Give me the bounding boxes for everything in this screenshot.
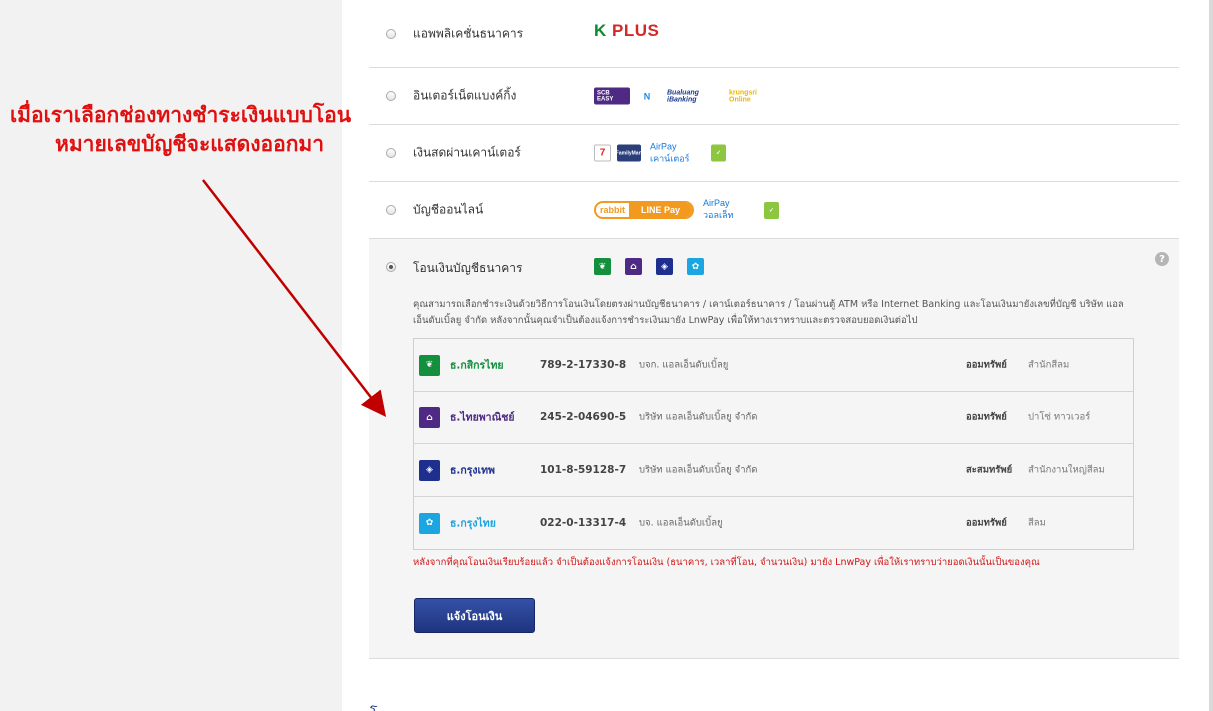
bualuang-ibanking-logo: Bualuang iBanking xyxy=(664,87,720,105)
table-row: ❦ ธ.กสิกรไทย 789-2-17330-8 บจก. แอลเอ็นด… xyxy=(414,339,1133,392)
scrollbar-track[interactable] xyxy=(1209,0,1213,711)
account-type: ออมทรัพย์ xyxy=(966,411,1007,423)
bank-name: ธ.กรุงเทพ xyxy=(450,464,495,477)
table-row: ⌂ ธ.ไทยพาณิชย์ 245-2-04690-5 บริษัท แอลเ… xyxy=(414,392,1133,444)
account-type: สะสมทรัพย์ xyxy=(966,464,1013,476)
payment-method-list: แอพพลิเคชั่นธนาคาร K PLUS อินเตอร์เน็ตแบ… xyxy=(369,0,1179,659)
transfer-notice: หลังจากที่คุณโอนเงินเรียบร้อยแล้ว จำเป็น… xyxy=(413,557,1040,568)
kbank-logo: ❦ xyxy=(419,354,440,376)
green-wallet-logo: ✓ xyxy=(764,201,779,219)
account-type: ออมทรัพย์ xyxy=(966,359,1007,371)
payment-option-label: แอพพลิเคชั่นธนาคาร xyxy=(413,26,524,40)
radio-mobile-app[interactable] xyxy=(386,28,396,39)
payment-option-label: บัญชีออนไลน์ xyxy=(413,202,484,217)
annotation-line-2: หมายเลขบัญชีจะแสดงออกมา xyxy=(55,132,325,156)
ktb-logo: ✿ xyxy=(687,258,704,275)
table-row: ✿ ธ.กรุงไทย 022-0-13317-4 บจ. แอลเอ็นดับ… xyxy=(414,497,1133,550)
ktb-logo: ✿ xyxy=(419,512,440,534)
kbank-logo: ❦ xyxy=(594,258,611,275)
branch: สีลม xyxy=(1028,517,1046,529)
bbl-logo: ◈ xyxy=(419,459,440,481)
next-section-heading: โ... ... xyxy=(370,703,409,711)
payment-option-bank-transfer[interactable]: โอนเงินบัญชีธนาคาร ❦ ⌂ ◈ ✿ ? คุณสามารถเล… xyxy=(369,239,1179,659)
account-type: ออมทรัพย์ xyxy=(966,517,1007,529)
account-number: 245-2-04690-5 xyxy=(540,411,627,424)
payment-option-label: โอนเงินบัญชีธนาคาร xyxy=(413,261,523,275)
account-owner: บจก. แอลเอ็นดับเบิ้ลยู xyxy=(639,359,729,371)
payment-option-online-account[interactable]: บัญชีออนไลน์ rabbit LINE Pay AirPay วอลเล… xyxy=(369,182,1179,239)
bank-name: ธ.ไทยพาณิชย์ xyxy=(450,411,515,424)
radio-internet-banking[interactable] xyxy=(386,91,396,101)
transfer-description: คุณสามารถเลือกชำระเงินด้วยวิธีการโอนเงิน… xyxy=(413,299,1124,326)
bank-name: ธ.กรุงไทย xyxy=(450,517,496,530)
payment-option-label: เงินสดผ่านเคาน์เตอร์ xyxy=(413,145,521,160)
branch: สำนักสีลม xyxy=(1028,359,1070,371)
account-number: 022-0-13317-4 xyxy=(540,516,627,529)
notify-transfer-button[interactable]: แจ้งโอนเงิน xyxy=(414,598,535,633)
payment-option-counter[interactable]: เงินสดผ่านเคาน์เตอร์ 7 FamilyMart AirPay… xyxy=(369,125,1179,182)
radio-bank-transfer[interactable] xyxy=(386,262,396,272)
bank-account-table: ❦ ธ.กสิกรไทย 789-2-17330-8 บจก. แอลเอ็นด… xyxy=(413,338,1134,550)
kplus-logo: K PLUS xyxy=(594,20,660,40)
account-owner: บริษัท แอลเอ็นดับเบิ้ลยู จำกัด xyxy=(639,411,758,423)
bbl-logo: ◈ xyxy=(656,258,673,275)
ktb-netbank-logo: N xyxy=(636,87,658,105)
branch: สำนักงานใหญ่สีลม xyxy=(1028,464,1105,476)
seven-eleven-logo: 7 xyxy=(594,144,611,162)
account-number: 789-2-17330-8 xyxy=(540,358,627,371)
account-owner: บจ. แอลเอ็นดับเบิ้ลยู xyxy=(639,517,723,529)
airpay-wallet-logo: AirPay วอลเล็ท xyxy=(700,198,758,220)
scb-logo: ⌂ xyxy=(419,407,440,429)
annotation-caption: เมื่อเราเลือกช่องทางชำระเงินแบบโอน หมายเ… xyxy=(10,101,412,159)
table-row: ◈ ธ.กรุงเทพ 101-8-59128-7 บริษัท แอลเอ็น… xyxy=(414,444,1133,497)
annotation-line-1: เมื่อเราเลือกช่องทางชำระเงินแบบโอน xyxy=(10,103,352,127)
krungsri-online-logo: krungsri Online xyxy=(726,87,760,105)
account-number: 101-8-59128-7 xyxy=(540,463,627,476)
radio-online-account[interactable] xyxy=(386,205,396,215)
branch: ปาโซ่ ทาวเวอร์ xyxy=(1028,411,1091,423)
rabbit-line-pay-logo: rabbit LINE Pay xyxy=(594,201,694,219)
payment-option-label: อินเตอร์เน็ตแบงค์กิ้ง xyxy=(413,88,517,103)
scb-logo: ⌂ xyxy=(625,258,642,275)
account-owner: บริษัท แอลเอ็นดับเบิ้ลยู จำกัด xyxy=(639,464,758,476)
payment-option-mobile-app[interactable]: แอพพลิเคชั่นธนาคาร K PLUS xyxy=(369,0,1179,68)
airpay-counter-logo: AirPay เคาน์เตอร์ xyxy=(647,141,705,163)
scb-easy-logo: SCB EASY xyxy=(594,87,630,105)
family-mart-logo: FamilyMart xyxy=(616,144,642,162)
green-service-logo: ✓ xyxy=(711,144,726,162)
payment-option-internet-banking[interactable]: อินเตอร์เน็ตแบงค์กิ้ง SCB EASY N Bualuan… xyxy=(369,68,1179,125)
help-icon[interactable]: ? xyxy=(1155,252,1169,266)
bank-name: ธ.กสิกรไทย xyxy=(450,359,504,372)
